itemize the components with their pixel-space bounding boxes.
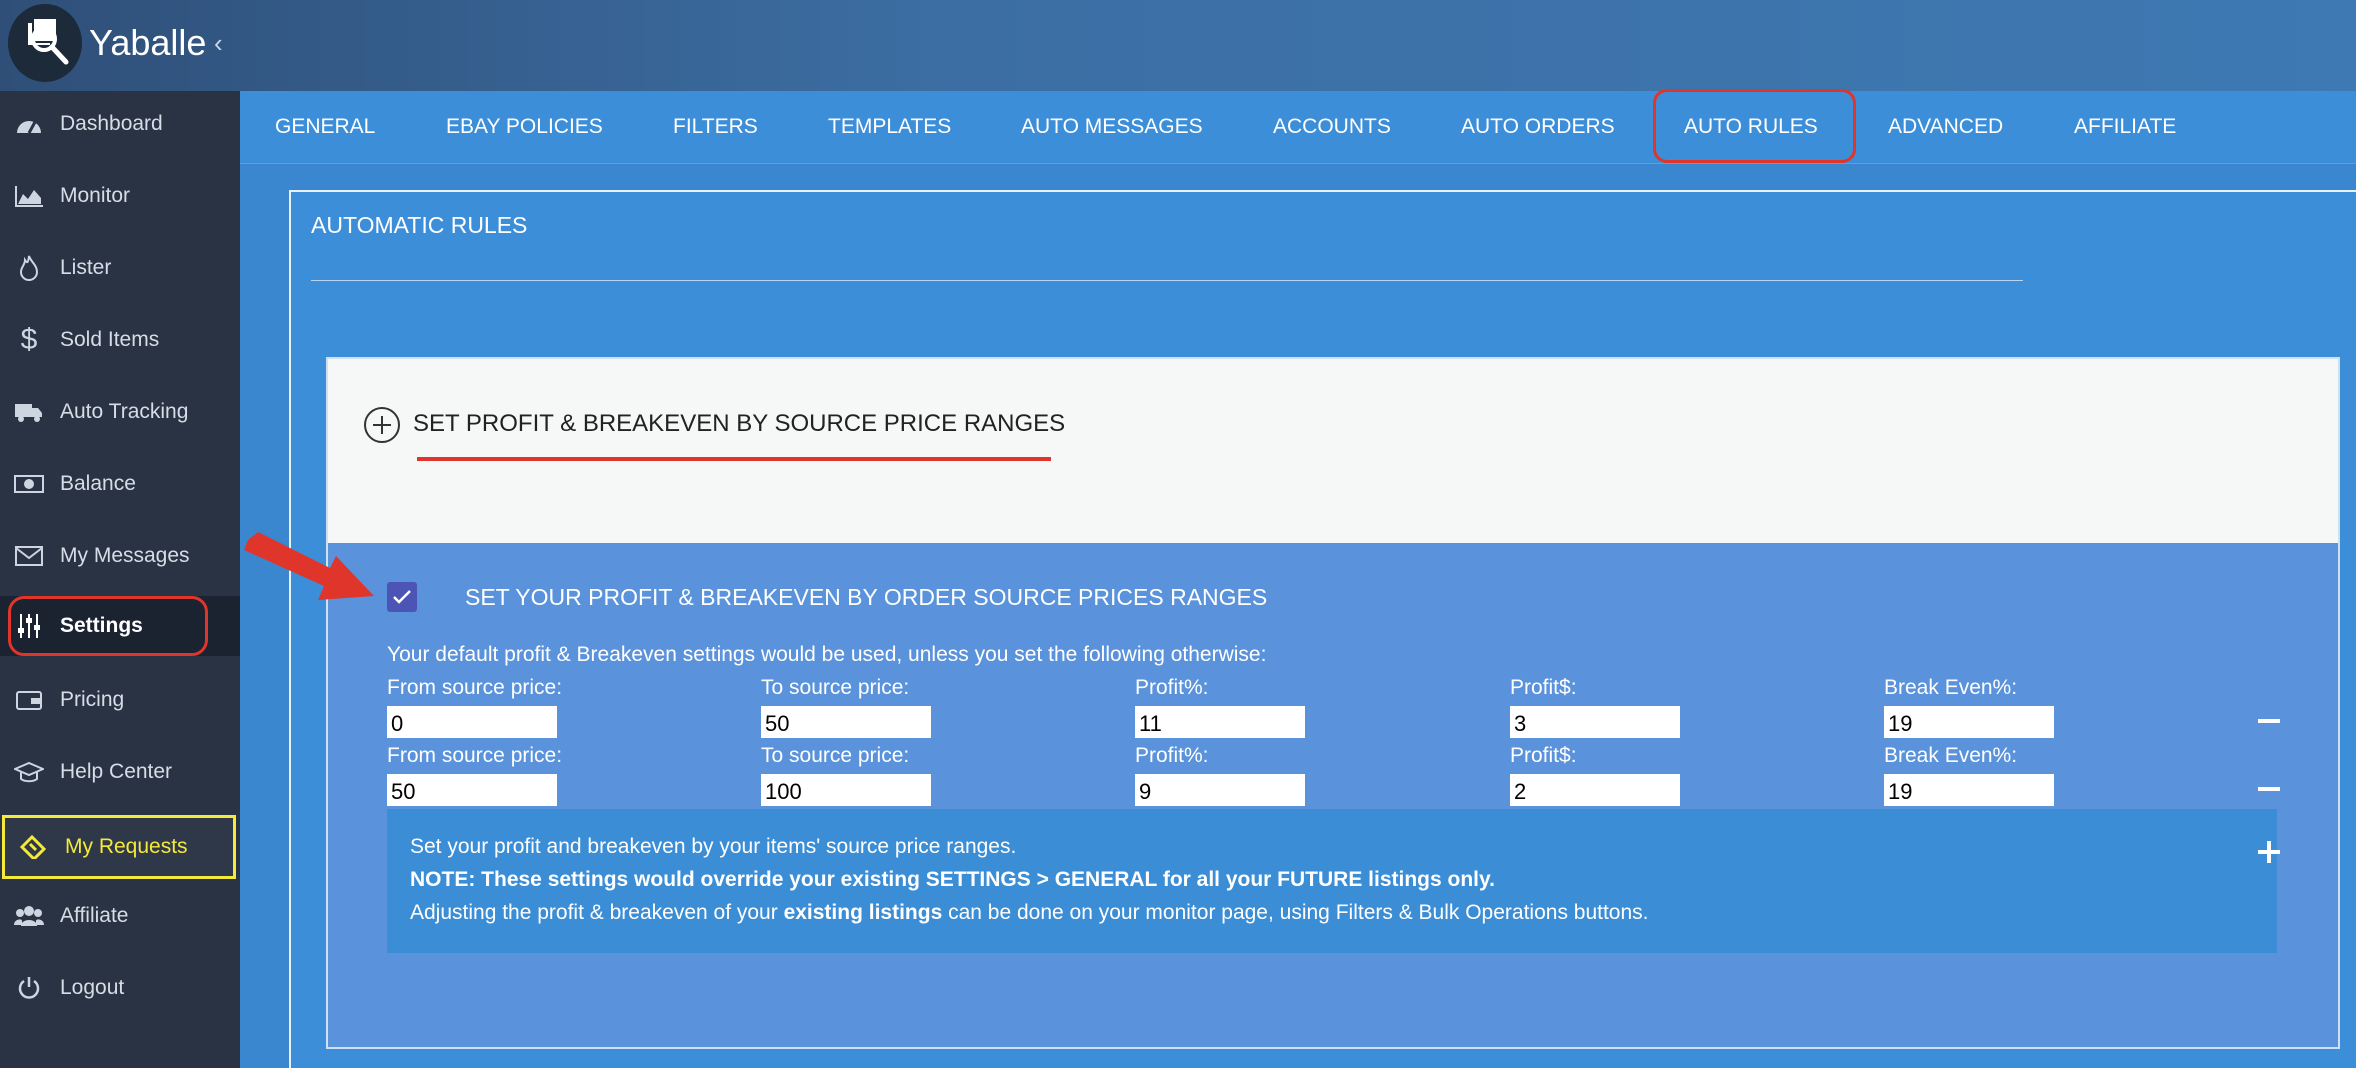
chevron-left-icon[interactable]: ‹ — [214, 28, 223, 59]
wallet-icon — [14, 685, 44, 715]
dollar-icon: $ — [20, 323, 38, 356]
sidebar-item-pricing[interactable]: Pricing — [0, 670, 240, 730]
sidebar-item-sold-items[interactable]: $ Sold Items — [0, 310, 240, 370]
settings-tabs: GENERAL EBAY POLICIES FILTERS TEMPLATES … — [240, 91, 2356, 164]
info-text: Adjusting the profit & breakeven of your — [410, 901, 784, 924]
sidebar-item-label: Lister — [60, 256, 112, 279]
expand-circle-icon[interactable] — [364, 407, 400, 443]
break-even-label: Break Even%: — [1884, 744, 2018, 767]
sidebar-item-my-messages[interactable]: My Messages — [0, 526, 240, 586]
checkmark-icon — [393, 590, 411, 604]
annotation-arrow-icon — [244, 532, 374, 600]
sidebar-item-balance[interactable]: Balance — [0, 454, 240, 514]
sidebar-item-monitor[interactable]: Monitor — [0, 166, 240, 226]
sidebar-item-affiliate[interactable]: Affiliate — [0, 886, 240, 946]
sidebar-item-label: Logout — [60, 976, 125, 999]
tab-templates[interactable]: TEMPLATES — [828, 91, 951, 163]
checkbox-label: SET YOUR PROFIT & BREAKEVEN BY ORDER SOU… — [465, 584, 1268, 610]
envelope-icon — [14, 541, 44, 571]
info-line-3: Adjusting the profit & breakeven of your… — [410, 901, 1649, 925]
info-note: NOTE: These settings would override your… — [410, 868, 1495, 891]
sidebar-item-dashboard[interactable]: Dashboard — [0, 94, 240, 154]
profit-pct-input[interactable] — [1135, 774, 1305, 806]
dashboard-gauge-icon — [14, 109, 44, 139]
from-price-label: From source price: — [387, 744, 563, 767]
power-icon — [14, 973, 44, 1003]
intro-text: Your default profit & Breakeven settings… — [387, 643, 1267, 666]
tab-ebay-policies[interactable]: EBAY POLICIES — [446, 91, 603, 163]
add-row-button[interactable] — [2256, 839, 2282, 865]
info-line-1: Set your profit and breakeven by your it… — [410, 835, 1017, 858]
profit-usd-label: Profit$: — [1510, 676, 1577, 699]
sidebar-item-lister[interactable]: Lister — [0, 238, 240, 298]
profit-usd-input[interactable] — [1510, 706, 1680, 738]
tab-auto-orders[interactable]: AUTO ORDERS — [1461, 91, 1615, 163]
break-even-input[interactable] — [1884, 774, 2054, 806]
sidebar-item-label: My Requests — [65, 835, 188, 858]
logo[interactable] — [8, 4, 82, 82]
sidebar-item-label: Help Center — [60, 760, 173, 783]
sidebar-item-label: Balance — [60, 472, 136, 495]
settings-highlight-ring — [8, 596, 208, 656]
highlight-underline — [417, 457, 1051, 461]
to-price-input[interactable] — [761, 774, 931, 806]
logo-magnifier-icon — [26, 17, 69, 65]
sidebar-item-my-requests[interactable]: My Requests — [2, 815, 236, 879]
remove-row-button[interactable] — [2258, 719, 2280, 723]
to-price-input[interactable] — [761, 706, 931, 738]
remove-row-button[interactable] — [2258, 787, 2280, 791]
divider — [311, 280, 2023, 281]
profit-pct-input[interactable] — [1135, 706, 1305, 738]
section-title: SET PROFIT & BREAKEVEN BY SOURCE PRICE R… — [413, 410, 1066, 437]
auto-rules-highlight-ring — [1653, 89, 1856, 163]
graduation-cap-icon — [14, 757, 44, 787]
sidebar-item-label: Affiliate — [60, 904, 129, 927]
to-price-label: To source price: — [761, 744, 910, 767]
break-even-label: Break Even%: — [1884, 676, 2018, 699]
info-text: can be done on your monitor page, using … — [942, 901, 1649, 924]
from-price-input[interactable] — [387, 774, 557, 806]
sidebar-item-label: My Messages — [60, 544, 190, 567]
truck-icon — [14, 397, 44, 427]
sidebar-item-logout[interactable]: Logout — [0, 958, 240, 1018]
tab-accounts[interactable]: ACCOUNTS — [1273, 91, 1391, 163]
break-even-input[interactable] — [1884, 706, 2054, 738]
from-price-label: From source price: — [387, 676, 563, 699]
users-icon — [14, 901, 44, 931]
sidebar-item-label: Monitor — [60, 184, 131, 207]
app-brand: Yaballe — [89, 22, 207, 63]
top-bar: Yaballe ‹ — [0, 0, 2356, 91]
tab-general[interactable]: GENERAL — [275, 91, 375, 163]
tab-filters[interactable]: FILTERS — [673, 91, 758, 163]
to-price-label: To source price: — [761, 676, 910, 699]
from-price-input[interactable] — [387, 706, 557, 738]
banknote-icon — [14, 469, 44, 499]
profit-usd-input[interactable] — [1510, 774, 1680, 806]
profit-pct-label: Profit%: — [1135, 676, 1209, 699]
sidebar-item-label: Auto Tracking — [60, 400, 189, 423]
sidebar-item-label: Dashboard — [60, 112, 163, 135]
enable-ranges-checkbox[interactable] — [387, 582, 417, 612]
profit-usd-label: Profit$: — [1510, 744, 1577, 767]
area-chart-icon — [14, 181, 44, 211]
flame-icon — [14, 253, 44, 283]
sidebar-item-help-center[interactable]: Help Center — [0, 742, 240, 802]
panel-header — [328, 359, 2338, 543]
tab-auto-messages[interactable]: AUTO MESSAGES — [1021, 91, 1203, 163]
tab-affiliate[interactable]: AFFILIATE — [2074, 91, 2176, 163]
sidebar-item-label: Pricing — [60, 688, 125, 711]
profit-pct-label: Profit%: — [1135, 744, 1209, 767]
sidebar-item-auto-tracking[interactable]: Auto Tracking — [0, 382, 240, 442]
ticket-icon — [17, 832, 47, 862]
tab-advanced[interactable]: ADVANCED — [1888, 91, 2003, 163]
sidebar-item-label: Sold Items — [60, 328, 160, 351]
page-title: AUTOMATIC RULES — [311, 212, 528, 238]
info-bold-text: existing listings — [783, 901, 943, 924]
